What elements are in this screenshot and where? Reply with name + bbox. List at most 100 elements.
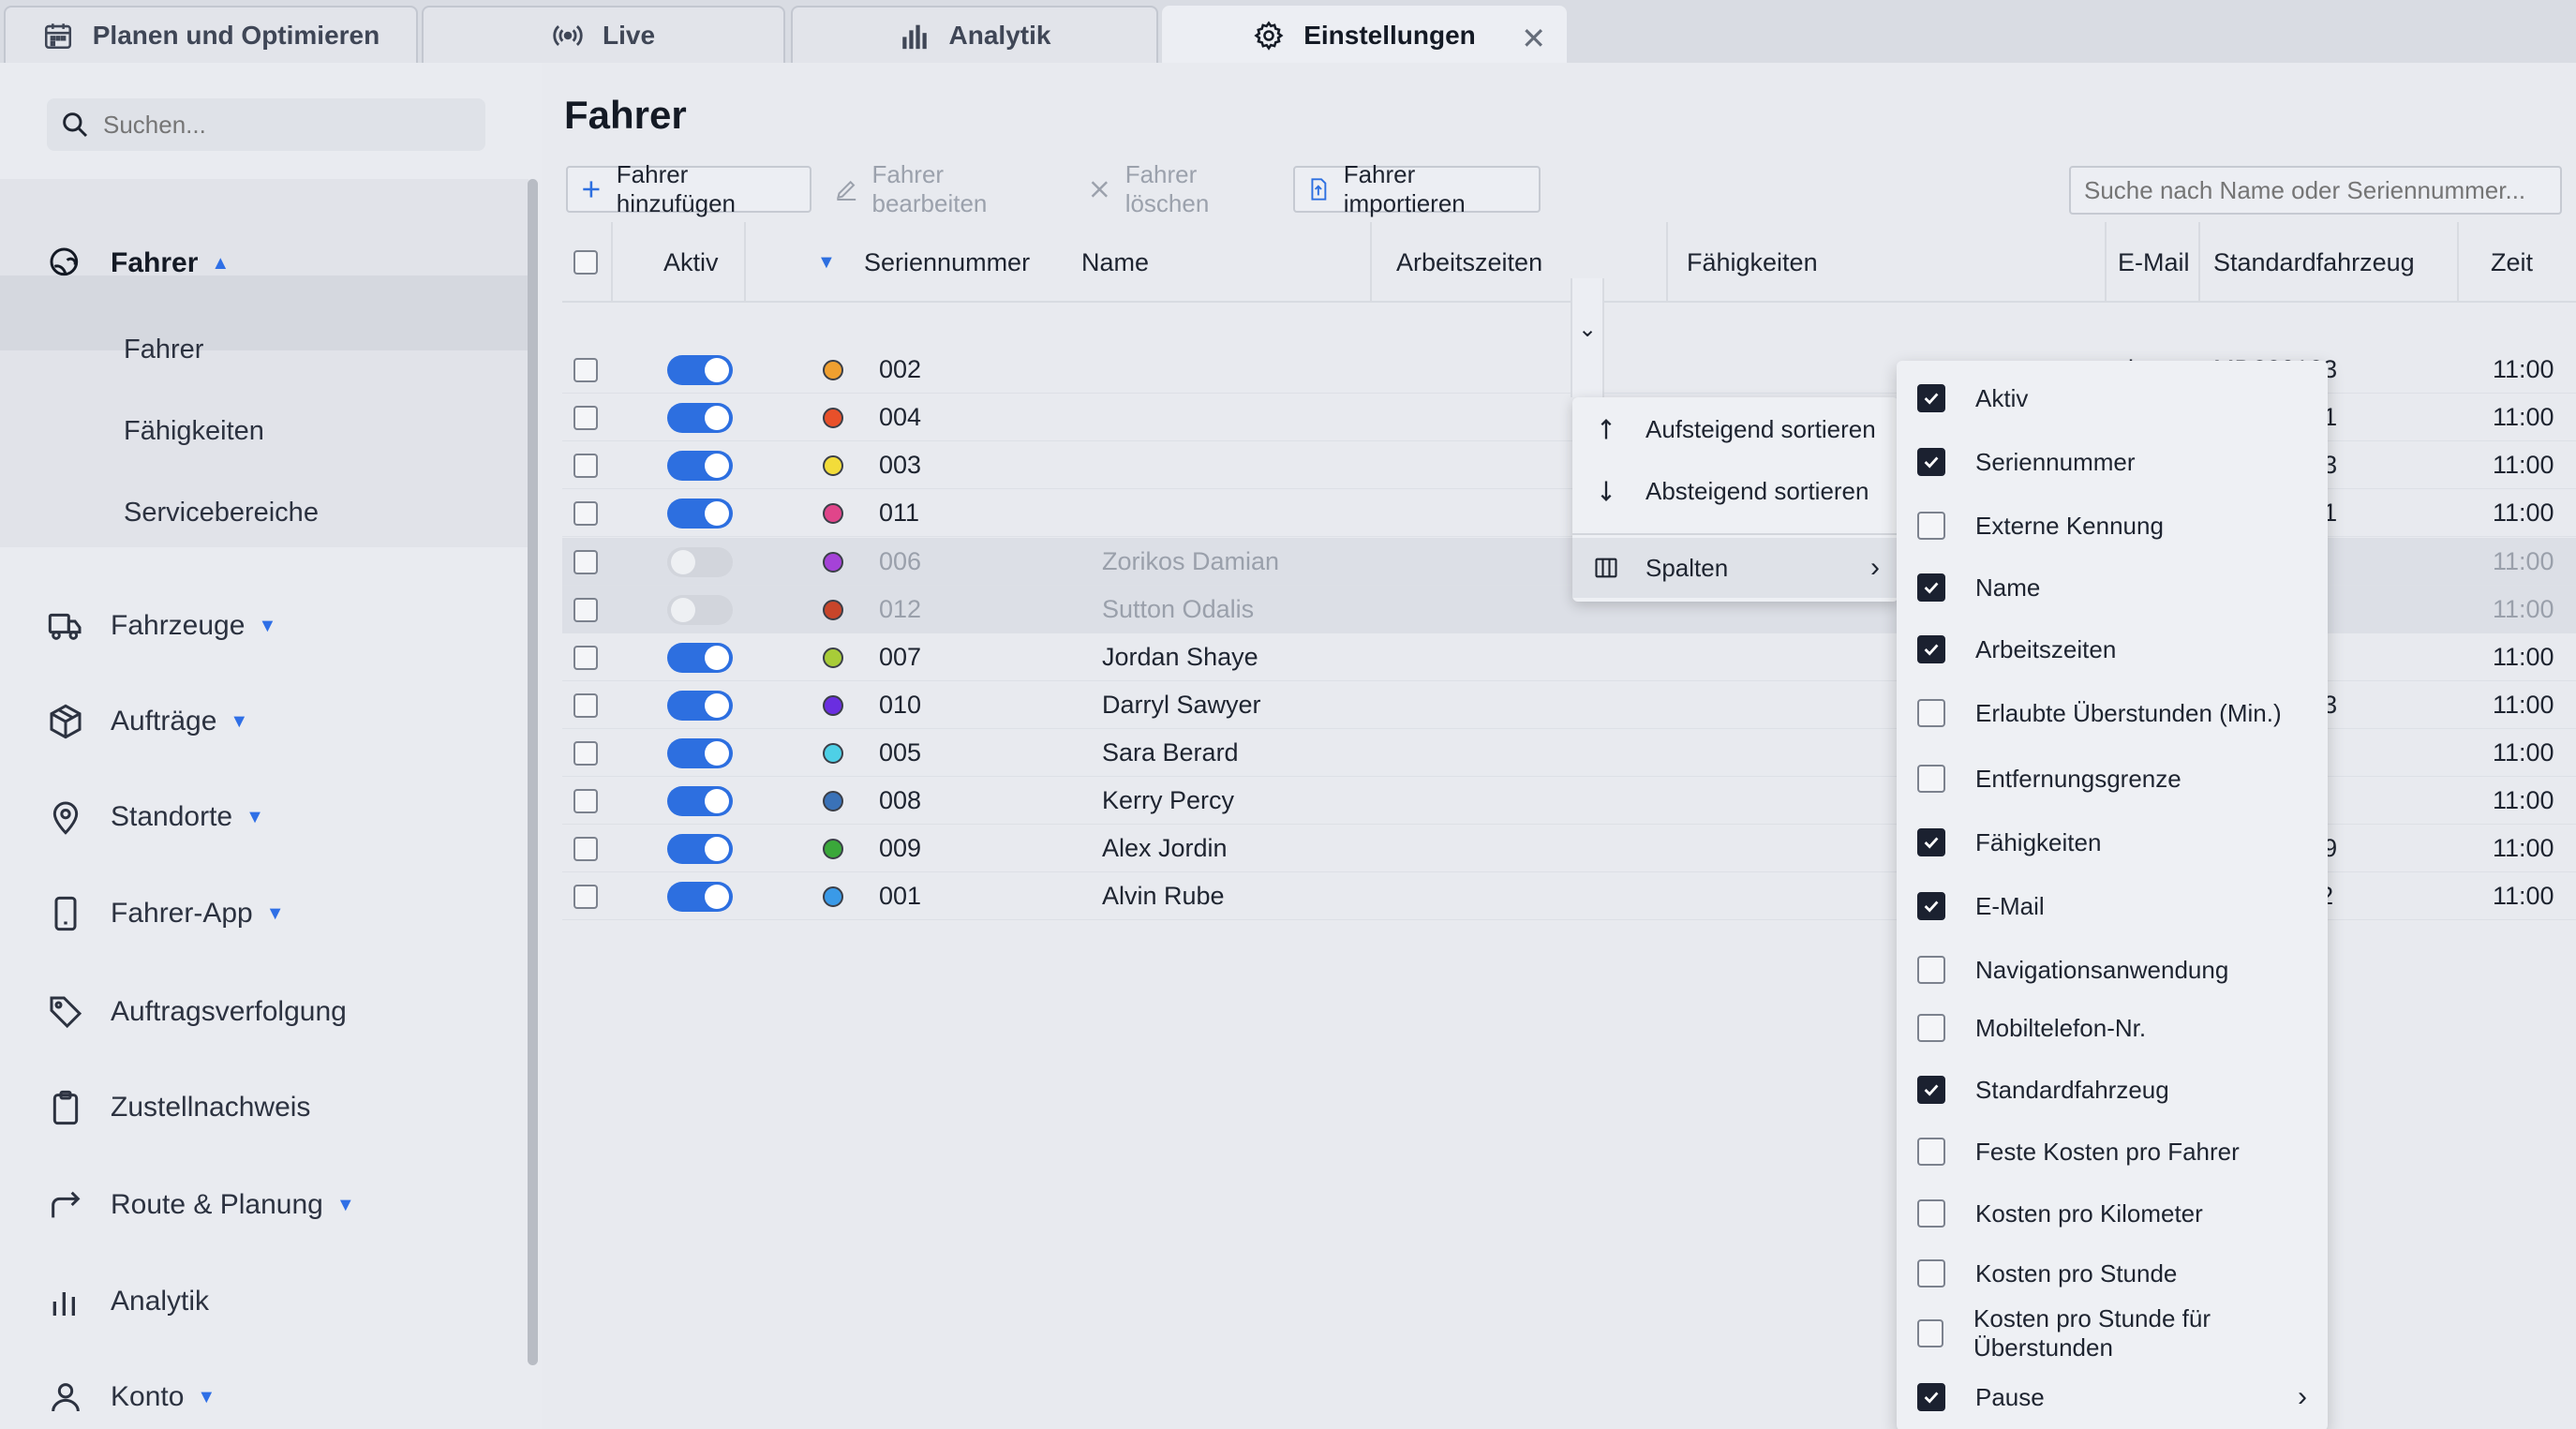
row-checkbox[interactable] — [573, 346, 598, 394]
active-toggle[interactable] — [667, 355, 733, 385]
checked-checkbox[interactable] — [1917, 448, 1945, 476]
active-toggle[interactable] — [667, 547, 733, 577]
checkbox[interactable] — [1917, 699, 1945, 727]
edit-driver-button[interactable]: Fahrer bearbeiten — [823, 160, 1066, 217]
sidebar-item-fahrer-app[interactable]: Fahrer-App ▼ — [47, 886, 285, 942]
import-driver-button[interactable]: Fahrer importieren — [1293, 160, 1541, 217]
sidebar-scrollbar[interactable] — [528, 179, 538, 1365]
column-option[interactable]: Pause › — [1897, 1369, 2328, 1425]
active-toggle[interactable] — [667, 738, 733, 768]
sidebar-item-fahrer[interactable]: Fahrer ▲ — [47, 235, 230, 291]
row-checkbox[interactable] — [573, 729, 598, 777]
column-option[interactable]: E-Mail — [1897, 878, 2328, 934]
row-checkbox[interactable] — [573, 586, 598, 633]
row-checkbox[interactable] — [573, 681, 598, 729]
sidebar-subitem-faehigkeiten[interactable]: Fähigkeiten — [124, 403, 264, 459]
column-option[interactable]: Kosten pro Stunde — [1897, 1245, 2328, 1302]
checkbox[interactable] — [1917, 1259, 1945, 1288]
sidebar-item-auftraege[interactable]: Aufträge ▼ — [47, 693, 248, 750]
active-toggle[interactable] — [667, 786, 733, 816]
name-cell: Jordan Shaye — [1102, 643, 1258, 671]
active-toggle[interactable] — [667, 403, 733, 433]
column-option[interactable]: Feste Kosten pro Fahrer — [1897, 1124, 2328, 1180]
sidebar-item-fahrzeuge[interactable]: Fahrzeuge ▼ — [47, 598, 276, 654]
column-option[interactable]: Externe Kennung — [1897, 498, 2328, 554]
sort-caret-icon[interactable]: ▼ — [817, 222, 836, 303]
driver-search-input[interactable] — [2069, 166, 2562, 215]
sort-descending-item[interactable]: Absteigend sortieren — [1572, 461, 1898, 521]
checked-checkbox[interactable] — [1917, 635, 1945, 663]
checkbox[interactable] — [1917, 1199, 1945, 1228]
column-option[interactable]: Kosten pro Kilometer — [1897, 1185, 2328, 1242]
row-checkbox[interactable] — [573, 872, 598, 920]
close-icon[interactable]: ✕ — [1521, 21, 1546, 56]
checked-checkbox[interactable] — [1917, 892, 1945, 920]
sidebar-search-input[interactable] — [103, 110, 478, 140]
column-option[interactable]: Standardfahrzeug — [1897, 1062, 2328, 1118]
sort-ascending-item[interactable]: Aufsteigend sortieren — [1572, 399, 1898, 459]
row-checkbox[interactable] — [573, 394, 598, 441]
sidebar-item-auftragsverfolgung[interactable]: Auftragsverfolgung — [47, 984, 347, 1040]
checkbox[interactable] — [1917, 1319, 1944, 1347]
header-aktiv[interactable]: Aktiv — [663, 222, 719, 303]
header-name[interactable]: Name — [1081, 222, 1149, 303]
tab-analytik[interactable]: Analytik — [791, 6, 1158, 63]
sidebar-item-route-planung[interactable]: Route & Planung ▼ — [47, 1177, 355, 1233]
header-serial[interactable]: Seriennummer — [864, 222, 1030, 303]
header-time[interactable]: Zeit — [2491, 222, 2533, 303]
tab-live[interactable]: Live — [422, 6, 785, 63]
checkbox[interactable] — [1917, 765, 1945, 793]
column-option[interactable]: Mobiltelefon-Nr. — [1897, 1000, 2328, 1056]
active-toggle[interactable] — [667, 643, 733, 673]
active-toggle[interactable] — [667, 882, 733, 912]
header-email[interactable]: E-Mail — [2118, 222, 2190, 303]
column-option[interactable]: Fähigkeiten — [1897, 814, 2328, 871]
column-menu-chevron[interactable]: ⌄ — [1571, 278, 1604, 397]
column-option[interactable]: Seriennummer — [1897, 434, 2328, 490]
row-checkbox[interactable] — [573, 825, 598, 872]
sidebar-subitem-servicebereiche[interactable]: Servicebereiche — [124, 484, 319, 541]
select-all-checkbox[interactable] — [573, 222, 598, 303]
checkbox[interactable] — [1917, 956, 1945, 984]
sidebar-item-standorte[interactable]: Standorte ▼ — [47, 789, 264, 845]
row-checkbox[interactable] — [573, 489, 598, 537]
column-option[interactable]: Entfernungsgrenze — [1897, 751, 2328, 807]
sidebar-item-label: Konto — [111, 1381, 185, 1412]
column-option[interactable]: Name — [1897, 559, 2328, 616]
sidebar-item-analytik[interactable]: Analytik — [47, 1273, 209, 1330]
active-toggle[interactable] — [667, 499, 733, 528]
sidebar-item-zustellnachweis[interactable]: Zustellnachweis — [47, 1079, 310, 1136]
header-hours[interactable]: Arbeitszeiten — [1396, 222, 1542, 303]
header-vehicle[interactable]: Standardfahrzeug — [2213, 222, 2415, 303]
checkbox[interactable] — [1917, 1138, 1945, 1166]
row-checkbox[interactable] — [573, 441, 598, 489]
add-driver-button[interactable]: Fahrer hinzufügen — [566, 160, 812, 217]
checked-checkbox[interactable] — [1917, 573, 1945, 602]
delete-driver-button[interactable]: Fahrer löschen — [1076, 160, 1291, 217]
column-option[interactable]: Arbeitszeiten — [1897, 621, 2328, 677]
column-option[interactable]: Kosten pro Stunde für Überstunden — [1897, 1304, 2328, 1362]
checked-checkbox[interactable] — [1917, 384, 1945, 412]
button-label: Fahrer hinzufügen — [616, 160, 736, 217]
header-skills[interactable]: Fähigkeiten — [1687, 222, 1818, 303]
active-toggle[interactable] — [667, 691, 733, 721]
checked-checkbox[interactable] — [1917, 1383, 1945, 1411]
row-checkbox[interactable] — [573, 538, 598, 586]
checked-checkbox[interactable] — [1917, 1076, 1945, 1104]
checkbox[interactable] — [1917, 512, 1945, 540]
active-toggle[interactable] — [667, 834, 733, 864]
tab-einstellungen[interactable]: Einstellungen ✕ — [1162, 6, 1567, 63]
active-toggle[interactable] — [667, 595, 733, 625]
checked-checkbox[interactable] — [1917, 828, 1945, 856]
column-option[interactable]: Erlaubte Überstunden (Min.) — [1897, 685, 2328, 741]
sidebar-subitem-fahrer[interactable]: Fahrer — [124, 321, 203, 378]
sidebar-item-konto[interactable]: Konto ▼ — [47, 1369, 216, 1425]
row-checkbox[interactable] — [573, 777, 598, 825]
checkbox[interactable] — [1917, 1014, 1945, 1042]
tab-planen[interactable]: Planen und Optimieren — [4, 6, 418, 63]
active-toggle[interactable] — [667, 451, 733, 481]
columns-submenu-item[interactable]: Spalten › — [1572, 538, 1898, 598]
column-option[interactable]: Aktiv — [1897, 370, 2328, 426]
column-option[interactable]: Navigationsanwendung — [1897, 942, 2328, 998]
row-checkbox[interactable] — [573, 633, 598, 681]
